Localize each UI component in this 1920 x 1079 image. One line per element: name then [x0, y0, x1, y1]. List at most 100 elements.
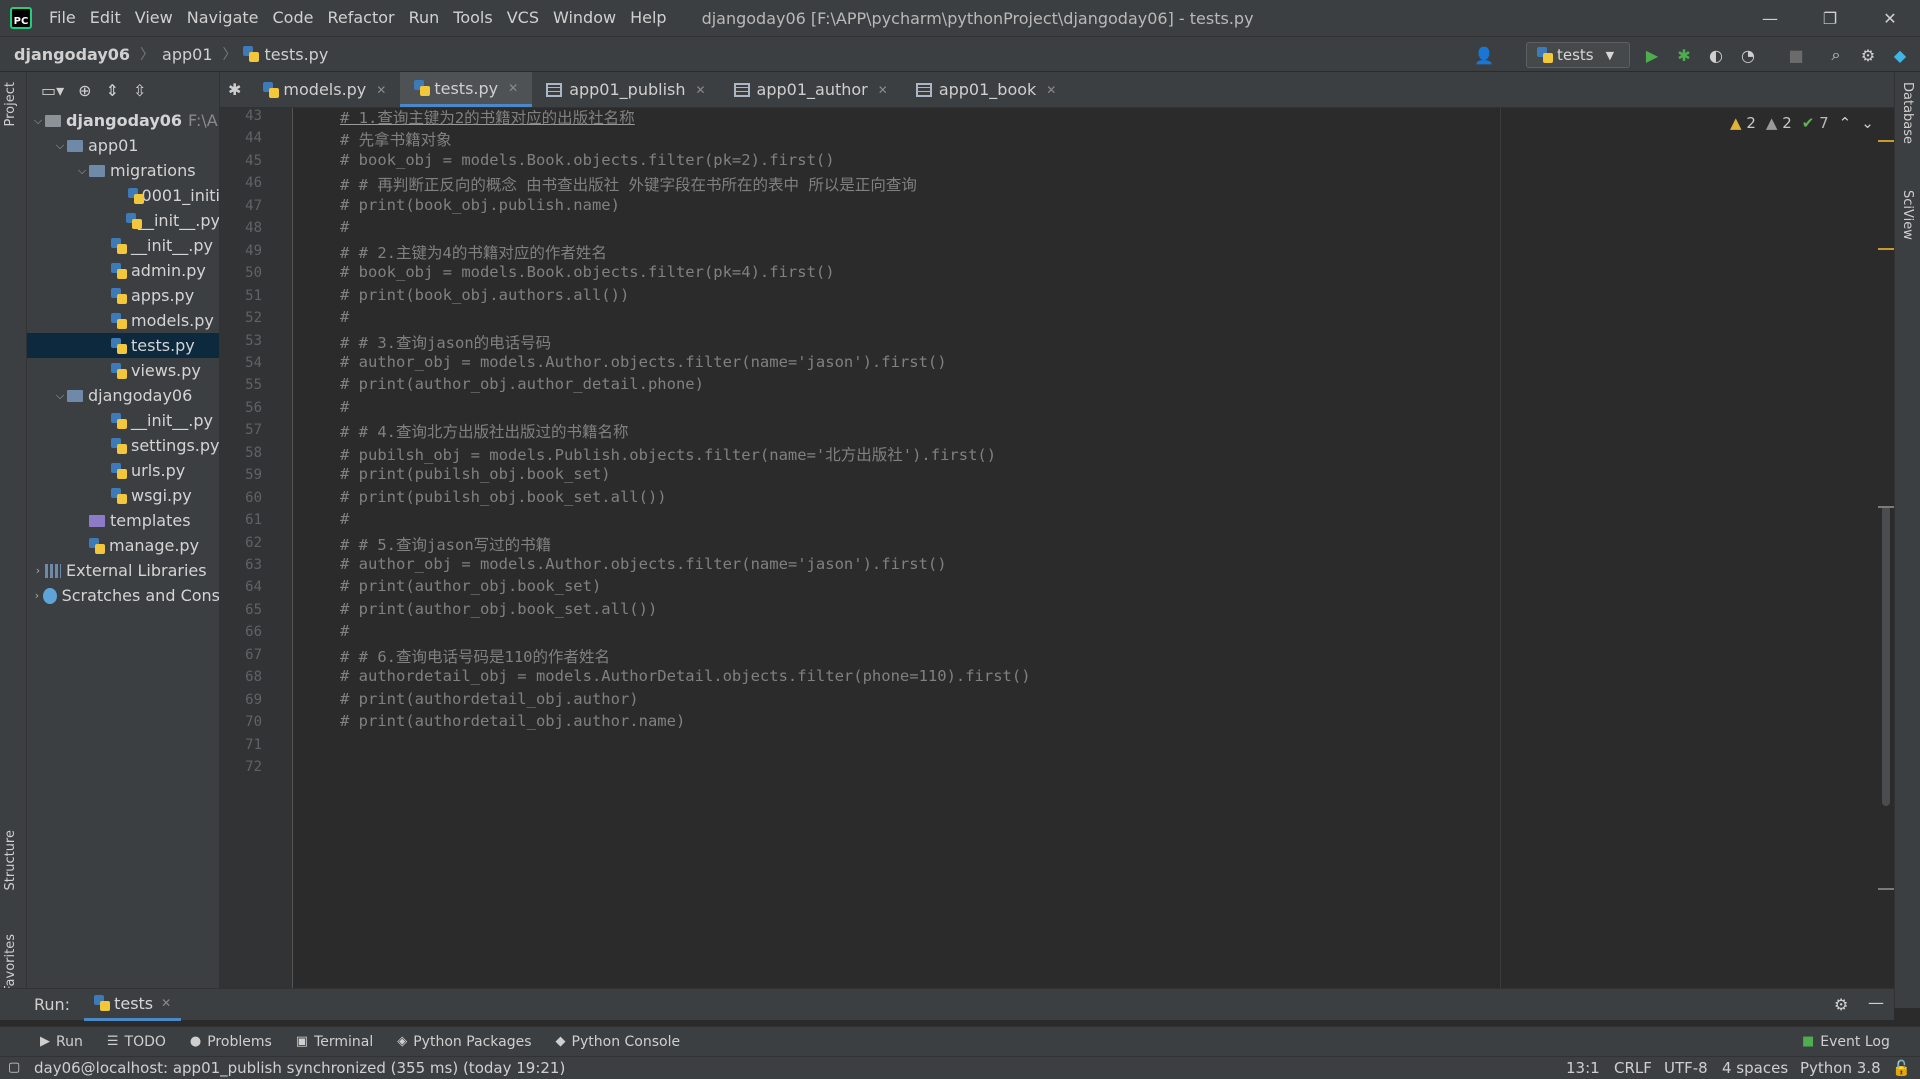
- caret-position[interactable]: 13:1: [1566, 1059, 1600, 1077]
- chevron-down-icon[interactable]: ⌵: [31, 114, 45, 128]
- close-icon[interactable]: ✕: [508, 81, 518, 95]
- restore-icon[interactable]: ❐: [1800, 0, 1860, 36]
- code-line[interactable]: # authordetail_obj = models.AuthorDetail…: [340, 667, 1031, 685]
- breadcrumb-project[interactable]: djangoday06: [0, 45, 130, 64]
- hide-panel-icon[interactable]: —: [1868, 993, 1884, 1012]
- code-line[interactable]: # author_obj = models.Author.objects.fil…: [340, 555, 947, 573]
- gear-icon[interactable]: ⚙: [1858, 45, 1878, 65]
- error-stripe-mark[interactable]: [1878, 506, 1894, 508]
- chevron-down-icon[interactable]: ⌵: [53, 139, 67, 153]
- chevron-right-icon[interactable]: ›: [31, 564, 45, 577]
- tree-item[interactable]: __init__.py: [27, 208, 219, 233]
- tab-app01-author[interactable]: app01_author ✕: [720, 72, 902, 107]
- menu-run[interactable]: Run: [402, 0, 447, 36]
- tree-item[interactable]: › Scratches and Cons: [27, 583, 219, 608]
- search-icon[interactable]: ⌕: [1826, 45, 1846, 65]
- code-editor[interactable]: 43 44 45 46 47 48 49 50 51 52 53 54 55 56 57 58 59 60 61 62…: [220, 108, 1894, 988]
- tree-item[interactable]: apps.py: [27, 283, 219, 308]
- tree-item[interactable]: admin.py: [27, 258, 219, 283]
- menu-window[interactable]: Window: [546, 0, 623, 36]
- code-line[interactable]: # author_obj = models.Author.objects.fil…: [340, 353, 947, 371]
- pin-tabs-icon[interactable]: ✱: [220, 72, 249, 107]
- close-icon[interactable]: ✕: [161, 996, 171, 1010]
- next-highlight-icon[interactable]: ⌄: [1861, 114, 1874, 132]
- tool-todo-button[interactable]: ☰ TODO: [95, 1027, 178, 1057]
- menu-code[interactable]: Code: [266, 0, 321, 36]
- tab-app01-book[interactable]: app01_book ✕: [902, 72, 1071, 107]
- status-message[interactable]: day06@localhost: app01_publish synchroni…: [34, 1059, 565, 1077]
- menu-help[interactable]: Help: [623, 0, 673, 36]
- breadcrumb-app01[interactable]: app01: [154, 45, 212, 64]
- previous-highlight-icon[interactable]: ⌃: [1839, 114, 1852, 132]
- tab-tests-py[interactable]: tests.py ✕: [400, 72, 533, 107]
- toggle-tool-windows-icon[interactable]: ▢: [8, 1060, 20, 1075]
- code-line[interactable]: # # 3.查询jason的电话号码: [340, 331, 551, 353]
- chevron-down-icon[interactable]: ⌵: [75, 164, 89, 178]
- expand-all-icon[interactable]: ⇕: [106, 81, 119, 100]
- collapse-all-icon[interactable]: ⇳: [133, 81, 146, 100]
- tree-item[interactable]: ⌵ djangoday06 F:\A: [27, 108, 219, 133]
- vcs-user-icon[interactable]: 👤: [1474, 45, 1494, 65]
- menu-navigate[interactable]: Navigate: [180, 0, 266, 36]
- code-line[interactable]: #: [340, 398, 349, 416]
- error-stripe-mark[interactable]: [1878, 140, 1894, 142]
- code-line[interactable]: # print(author_obj.book_set): [340, 577, 601, 595]
- tree-item[interactable]: › External Libraries: [27, 558, 219, 583]
- code-line[interactable]: # print(book_obj.authors.all()): [340, 286, 629, 304]
- project-view-select-icon[interactable]: ▭▾: [41, 81, 64, 100]
- error-stripe-mark[interactable]: [1878, 888, 1894, 890]
- indent-setting[interactable]: 4 spaces: [1722, 1059, 1788, 1077]
- gear-icon[interactable]: ⚙: [1834, 995, 1848, 1014]
- tree-item[interactable]: settings.py: [27, 433, 219, 458]
- profile-icon[interactable]: ◔: [1738, 45, 1758, 65]
- tab-models-py[interactable]: models.py ✕: [249, 72, 400, 107]
- locate-file-icon[interactable]: ⊕: [78, 81, 91, 100]
- stop-icon[interactable]: ■: [1786, 45, 1806, 65]
- close-icon[interactable]: ✕: [695, 83, 705, 97]
- tree-item[interactable]: ⌵ app01: [27, 133, 219, 158]
- tool-run-button[interactable]: ▶ Run: [28, 1027, 95, 1057]
- code-line[interactable]: # print(book_obj.publish.name): [340, 196, 620, 214]
- code-line[interactable]: # # 2.主键为4的书籍对应的作者姓名: [340, 241, 607, 263]
- run-icon[interactable]: ▶: [1642, 45, 1662, 65]
- close-icon[interactable]: ✕: [878, 83, 888, 97]
- vertical-scrollbar[interactable]: [1882, 506, 1890, 806]
- code-line[interactable]: # print(pubilsh_obj.book_set.all()): [340, 488, 667, 506]
- tab-app01-publish[interactable]: app01_publish ✕: [532, 72, 719, 107]
- tree-item[interactable]: __init__.py: [27, 233, 219, 258]
- file-encoding[interactable]: UTF-8: [1664, 1059, 1708, 1077]
- code-line[interactable]: # 1.查询主键为2的书籍对应的出版社名称: [340, 108, 635, 128]
- coverage-icon[interactable]: ◐: [1706, 45, 1726, 65]
- tree-item[interactable]: manage.py: [27, 533, 219, 558]
- menu-edit[interactable]: Edit: [83, 0, 128, 36]
- code-line[interactable]: # print(authordetail_obj.author): [340, 690, 639, 708]
- breadcrumb-file[interactable]: tests.py: [263, 45, 329, 64]
- menu-tools[interactable]: Tools: [446, 0, 499, 36]
- event-log-button[interactable]: ■ Event Log: [1790, 1027, 1902, 1057]
- run-configuration-select[interactable]: tests ▼: [1526, 42, 1630, 68]
- code-line[interactable]: #: [340, 218, 349, 236]
- menu-file[interactable]: File: [42, 0, 83, 36]
- code-line[interactable]: #: [340, 510, 349, 528]
- code-line[interactable]: # print(author_obj.author_detail.phone): [340, 375, 704, 393]
- tool-terminal-button[interactable]: ▣ Terminal: [284, 1027, 385, 1057]
- favorites-tool-button[interactable]: Favorites: [3, 934, 18, 993]
- code-line[interactable]: # pubilsh_obj = models.Publish.objects.f…: [340, 443, 996, 465]
- tree-item[interactable]: urls.py: [27, 458, 219, 483]
- code-line[interactable]: # print(pubilsh_obj.book_set): [340, 465, 611, 483]
- code-line[interactable]: #: [340, 308, 349, 326]
- line-separator[interactable]: CRLF: [1614, 1059, 1652, 1077]
- python-interpreter[interactable]: Python 3.8: [1800, 1059, 1881, 1077]
- close-icon[interactable]: ✕: [376, 83, 386, 97]
- lock-icon[interactable]: 🔓: [1892, 1059, 1911, 1077]
- code-line[interactable]: # # 6.查询电话号码是110的作者姓名: [340, 645, 610, 667]
- tree-item[interactable]: ⌵ djangoday06: [27, 383, 219, 408]
- code-line[interactable]: # book_obj = models.Book.objects.filter(…: [340, 151, 835, 169]
- code-line[interactable]: #: [340, 622, 349, 640]
- close-icon[interactable]: ✕: [1046, 83, 1056, 97]
- code-line[interactable]: # book_obj = models.Book.objects.filter(…: [340, 263, 835, 281]
- chevron-down-icon[interactable]: ⌵: [53, 389, 67, 403]
- minimize-icon[interactable]: —: [1740, 0, 1800, 36]
- jetbrains-toolbox-icon[interactable]: ◆: [1890, 45, 1910, 65]
- error-stripe-mark[interactable]: [1878, 248, 1894, 250]
